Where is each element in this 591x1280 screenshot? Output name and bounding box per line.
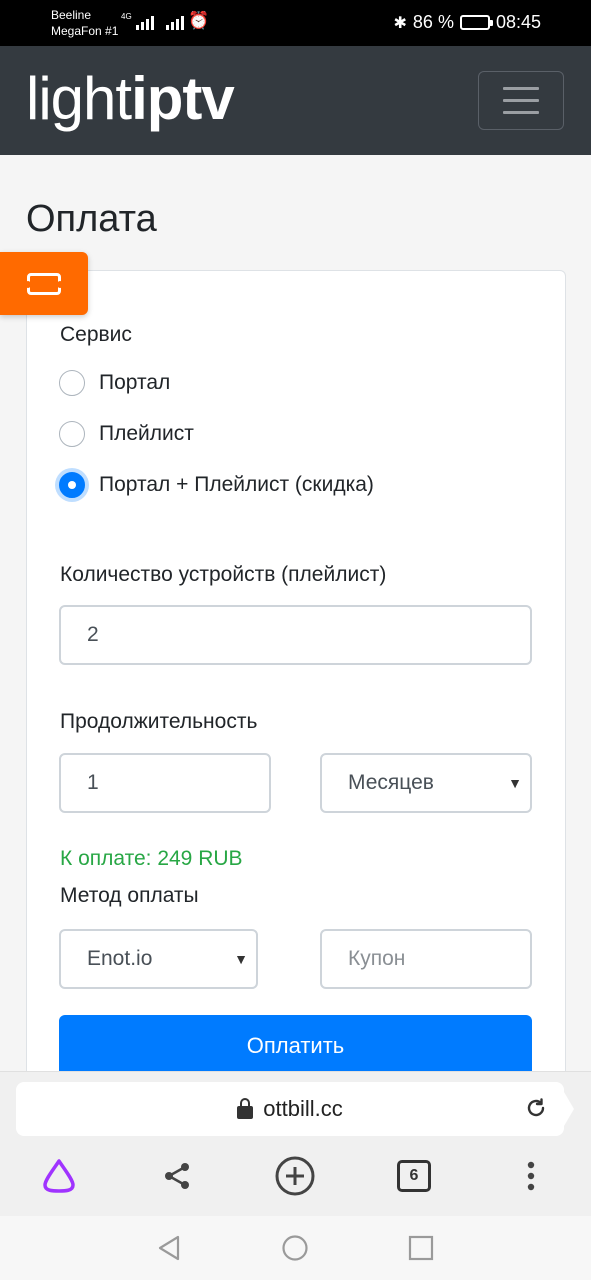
battery-icon [459,15,493,30]
site-navbar: lightiptv [0,46,591,155]
total-amount: К оплате: 249 RUB [60,847,243,870]
tabs-count: 6 [397,1160,431,1192]
devices-label: Количество устройств (плейлист) [60,563,387,586]
radio-label: Портал + Плейлист (скидка) [99,473,374,496]
signal-2-icon [166,12,184,30]
new-tab-icon[interactable] [272,1152,318,1200]
share-icon[interactable] [156,1152,198,1200]
address-bar[interactable]: ottbill.cc [16,1082,574,1136]
reload-icon[interactable] [524,1096,548,1120]
payment-method-label: Метод оплаты [60,884,199,907]
coupon-tab-button[interactable] [0,252,88,315]
system-nav-bar [0,1216,591,1280]
url-text: ottbill.cc [263,1096,343,1121]
page-title: Оплата [26,198,157,240]
chevron-down-icon: ▼ [234,951,248,967]
clock: 08:45 [495,12,541,32]
duration-unit-value: Месяцев [348,771,434,794]
coupon-input[interactable]: Купон [320,929,532,989]
battery-percent: 86 % [412,12,454,32]
duration-unit-select[interactable]: Месяцев ▼ [320,753,532,813]
payment-method-select[interactable]: Enot.io ▼ [59,929,258,989]
radio-playlist[interactable]: Плейлист [59,421,194,447]
carrier-2: MegaFon #1 [51,24,119,38]
more-icon[interactable] [516,1152,546,1200]
radio-portal-playlist[interactable]: Портал + Плейлист (скидка) [59,472,374,498]
hamburger-icon[interactable] [478,71,564,130]
carrier-info: Beeline MegaFon #1 [51,7,118,39]
back-icon[interactable] [155,1234,183,1262]
radio-portal[interactable]: Портал [59,370,170,396]
status-bar: Beeline MegaFon #1 4G ⏰ ✱ 86 % 08:45 [0,0,591,46]
pay-button[interactable]: Оплатить [59,1015,532,1077]
duration-label: Продолжительность [60,710,258,733]
recents-icon[interactable] [407,1234,435,1262]
carrier-1: Beeline [51,8,92,22]
logo-bold: iptv [131,65,235,132]
duration-input[interactable]: 1 [59,753,271,813]
site-logo[interactable]: lightiptv [26,64,235,134]
radio-label: Плейлист [99,422,194,445]
alice-icon[interactable] [38,1152,80,1200]
browser-toolbar: ottbill.cc 6 [0,1071,591,1216]
ticket-icon [25,272,63,295]
lock-icon [237,1097,254,1119]
radio-circle[interactable] [59,370,85,396]
service-label: Сервис [60,323,132,346]
alarm-icon: ⏰ [188,11,210,30]
chevron-down-icon: ▼ [508,775,522,791]
home-icon[interactable] [281,1234,309,1262]
bluetooth-icon: ✱ [393,14,407,32]
tabs-icon[interactable]: 6 [394,1152,434,1200]
devices-input[interactable]: 2 [59,605,532,665]
radio-label: Портал [99,371,171,394]
payment-method-value: Enot.io [87,947,153,970]
signal-icon: 4G [121,12,154,30]
status-right: ✱ 86 % 08:45 [394,12,541,33]
logo-light: light [26,65,132,132]
radio-circle[interactable] [59,421,85,447]
network-type: 4G [121,12,132,21]
radio-circle[interactable] [59,472,85,498]
